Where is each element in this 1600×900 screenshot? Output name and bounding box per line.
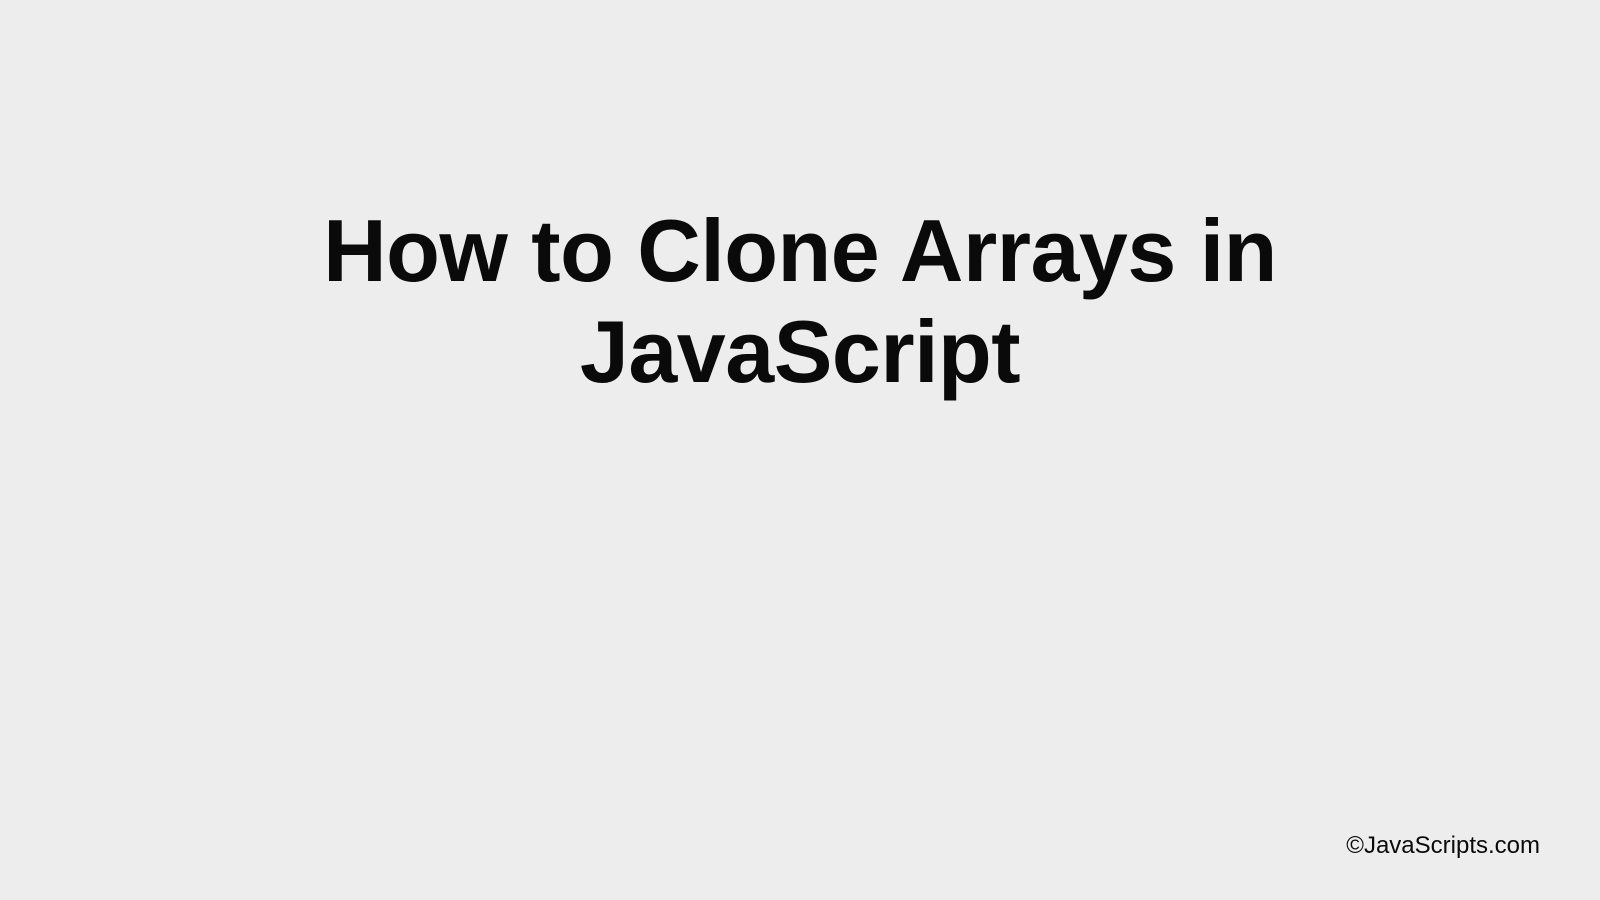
slide-title: How to Clone Arrays in JavaScript [250,200,1350,402]
slide-footer: ©JavaScripts.com [1346,832,1540,860]
